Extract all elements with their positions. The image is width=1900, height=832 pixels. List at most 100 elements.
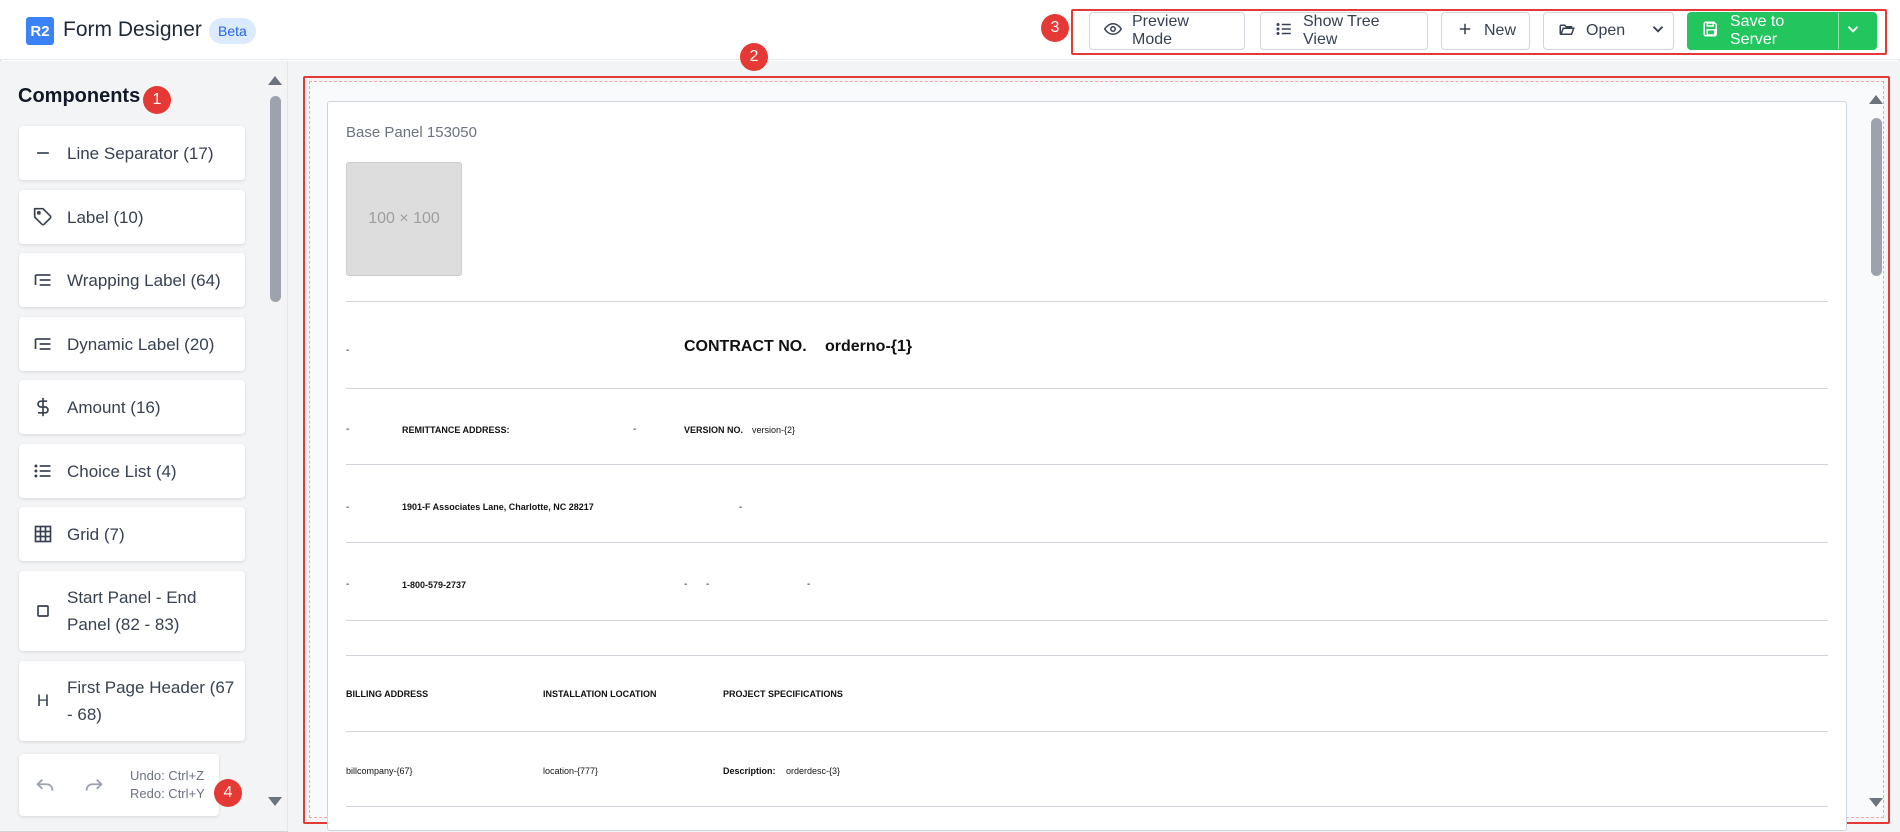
line-separator[interactable] — [346, 464, 1828, 465]
folder-open-icon — [1558, 20, 1576, 43]
new-label: New — [1484, 22, 1517, 39]
scroll-up-arrow-icon[interactable] — [268, 76, 282, 85]
component-dynamic-label[interactable]: Dynamic Label (20) — [19, 317, 245, 371]
line-separator[interactable] — [346, 655, 1828, 656]
project-specifications-heading[interactable]: PROJECT SPECIFICATIONS — [723, 689, 843, 699]
app-logo: R2 — [26, 17, 54, 45]
annotation-badge-1: 1 — [143, 86, 171, 114]
grid-icon — [33, 524, 53, 544]
component-label: Dynamic Label (20) — [67, 334, 215, 354]
component-amount[interactable]: Amount (16) — [19, 380, 245, 434]
beta-badge: Beta — [209, 18, 256, 44]
component-label[interactable]: Label (10) — [19, 190, 245, 244]
save-to-server-button[interactable]: Save to Server — [1687, 12, 1877, 50]
tag-icon — [33, 207, 53, 227]
field-dash: - — [346, 502, 350, 513]
chevron-down-icon[interactable] — [1649, 20, 1667, 43]
sidebar-scrollbar[interactable] — [266, 68, 284, 806]
preview-mode-label: Preview Mode — [1132, 13, 1189, 48]
field-dash: - — [633, 424, 637, 435]
sidebar-scroll-thumb[interactable] — [270, 96, 281, 302]
component-start-end-panel[interactable]: Start Panel - End Panel (82 - 83) — [19, 571, 245, 651]
redo-icon[interactable] — [83, 776, 105, 798]
heading-icon: H — [36, 691, 50, 710]
component-wrapping-label[interactable]: Wrapping Label (64) — [19, 253, 245, 307]
scroll-down-arrow-icon[interactable] — [268, 797, 282, 806]
square-icon — [33, 601, 53, 621]
field-dash: - — [739, 502, 743, 513]
dollar-icon — [33, 397, 53, 417]
installation-location-heading[interactable]: INSTALLATION LOCATION — [543, 689, 656, 699]
scroll-up-arrow-icon[interactable] — [1869, 95, 1883, 104]
chevron-down-icon[interactable] — [1844, 20, 1862, 43]
line-separator[interactable] — [346, 301, 1828, 302]
preview-mode-button[interactable]: Preview Mode — [1089, 12, 1245, 50]
new-button[interactable]: New — [1441, 12, 1530, 50]
component-label: Wrapping Label (64) — [67, 270, 221, 290]
plus-icon — [1456, 20, 1474, 43]
canvas-scroll-thumb[interactable] — [1871, 118, 1882, 276]
save-to-server-label: Save to Server — [1730, 13, 1785, 48]
component-label: Start Panel - End Panel (82 - 83) — [67, 588, 197, 634]
field-dash: - — [684, 579, 688, 590]
contract-label[interactable]: CONTRACT NO. — [684, 338, 807, 356]
panel-title: Base Panel 153050 — [346, 124, 477, 141]
undo-shortcut: Undo: Ctrl+Z — [130, 768, 205, 783]
component-choice-list[interactable]: Choice List (4) — [19, 444, 245, 498]
contract-value[interactable]: orderno-{1} — [825, 338, 912, 356]
scroll-down-arrow-icon[interactable] — [1869, 798, 1883, 807]
annotation-badge-3: 3 — [1041, 14, 1069, 42]
image-placeholder[interactable]: 100 × 100 — [346, 162, 462, 276]
billcompany-value[interactable]: billcompany-{67} — [346, 766, 413, 776]
version-label[interactable]: VERSION NO. — [684, 425, 743, 435]
component-line-separator[interactable]: Line Separator (17) — [19, 126, 245, 180]
field-dash: - — [346, 424, 350, 435]
description-label[interactable]: Description: — [723, 766, 776, 776]
save-icon — [1702, 20, 1720, 43]
phone-text[interactable]: 1-800-579-2737 — [402, 580, 466, 590]
component-label: Amount (16) — [67, 397, 161, 417]
components-title: Components — [18, 85, 141, 107]
wrap-text-icon — [33, 334, 53, 354]
redo-shortcut: Redo: Ctrl+Y — [130, 786, 205, 801]
base-panel[interactable]: Base Panel 153050 100 × 100 - CONTRACT N… — [327, 101, 1847, 831]
component-label: Label (10) — [67, 207, 144, 227]
open-button[interactable]: Open — [1543, 12, 1674, 50]
components-sidebar: Components Line Separator (17) Label (10… — [0, 61, 288, 831]
minus-icon — [33, 143, 53, 163]
show-tree-view-label: Show Tree View — [1303, 13, 1380, 48]
component-label: Choice List (4) — [67, 461, 177, 481]
annotation-badge-4: 4 — [214, 779, 242, 807]
line-separator[interactable] — [346, 731, 1828, 732]
line-separator[interactable] — [346, 388, 1828, 389]
component-label: Line Separator (17) — [67, 143, 214, 163]
shortcut-hints: Undo: Ctrl+Z Redo: Ctrl+Y — [130, 767, 205, 803]
description-value[interactable]: orderdesc-{3} — [786, 766, 840, 776]
version-value[interactable]: version-{2} — [752, 425, 795, 435]
annotation-badge-2: 2 — [740, 43, 768, 71]
line-separator[interactable] — [346, 542, 1828, 543]
undo-icon[interactable] — [34, 776, 56, 798]
line-separator[interactable] — [346, 620, 1828, 621]
open-label: Open — [1586, 22, 1626, 39]
undo-redo-panel: Undo: Ctrl+Z Redo: Ctrl+Y — [19, 754, 219, 816]
list-icon — [33, 461, 53, 481]
wrap-text-icon — [33, 270, 53, 290]
field-dash: - — [346, 345, 350, 356]
billing-address-heading[interactable]: BILLING ADDRESS — [346, 689, 428, 699]
component-grid[interactable]: Grid (7) — [19, 507, 245, 561]
address-text[interactable]: 1901-F Associates Lane, Charlotte, NC 28… — [402, 502, 594, 512]
list-icon — [1275, 20, 1293, 43]
component-label: Grid (7) — [67, 524, 125, 544]
field-dash: - — [346, 579, 350, 590]
button-divider — [1838, 13, 1839, 49]
canvas-scrollbar[interactable] — [1868, 91, 1884, 813]
field-dash: - — [706, 579, 710, 590]
show-tree-view-button[interactable]: Show Tree View — [1260, 12, 1428, 50]
line-separator[interactable] — [346, 806, 1828, 807]
location-value[interactable]: location-{777} — [543, 766, 598, 776]
component-first-page-header[interactable]: H First Page Header (67 - 68) — [19, 661, 245, 741]
field-dash: - — [807, 579, 811, 590]
remittance-label[interactable]: REMITTANCE ADDRESS: — [402, 425, 510, 435]
eye-icon — [1103, 20, 1123, 43]
